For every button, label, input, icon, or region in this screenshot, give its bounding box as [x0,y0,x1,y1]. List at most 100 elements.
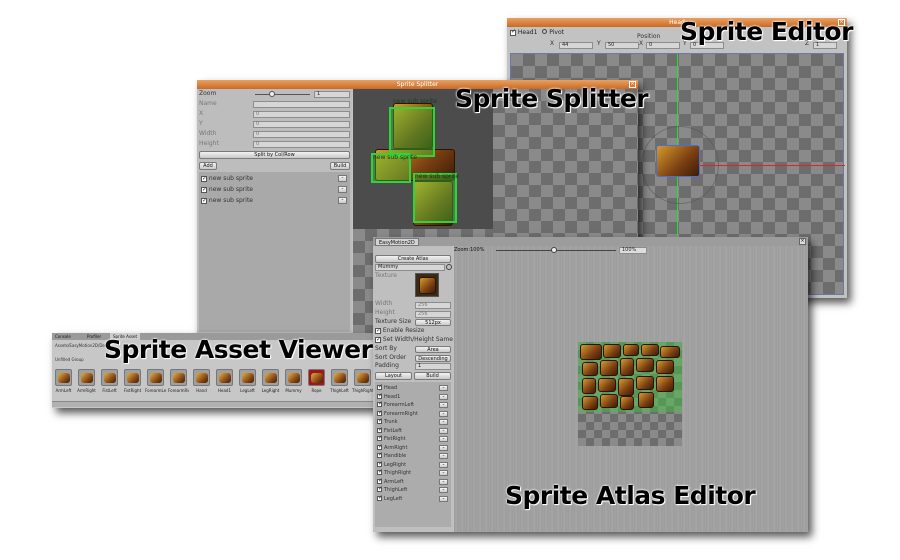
remove-button[interactable]: - [439,478,448,485]
list-item[interactable]: Head - [377,383,451,392]
sprite-checkbox[interactable] [377,460,383,468]
packed-sprite[interactable] [636,358,654,372]
height-field[interactable]: 256 [415,311,451,318]
atlas-texture[interactable] [578,342,682,446]
create-atlas-button[interactable]: Create Atlas [375,255,451,263]
atlas-target-icon[interactable] [446,264,452,270]
sprite-thumbnail[interactable] [285,369,302,386]
packed-sprite[interactable] [656,360,674,374]
sort-by-dropdown[interactable]: Area [415,346,451,353]
packed-sprite[interactable] [620,396,634,410]
tab-console[interactable]: Console [55,333,71,340]
list-item[interactable]: Trunk - [377,417,451,426]
sprite-thumbnail[interactable] [308,369,325,386]
list-item[interactable]: ArmRight - [377,443,451,452]
packed-sprite[interactable] [638,392,654,408]
sprite-thumbnail[interactable] [55,369,72,386]
remove-button[interactable]: - [439,385,448,391]
sprite-thumbnail[interactable] [239,369,256,386]
remove-button[interactable]: - [338,197,347,204]
sprite-checkbox[interactable] [377,417,383,425]
close-icon[interactable]: × [799,238,806,245]
packed-sprite[interactable] [603,344,621,358]
packed-sprite[interactable] [620,358,634,376]
sprite-thumbnail[interactable] [101,369,118,386]
atlas-zoom-thumb[interactable] [551,247,557,253]
remove-button[interactable]: - [439,487,448,493]
build-button[interactable]: Build [330,162,350,170]
split-by-col-row-button[interactable]: Split by Col/Row [199,151,350,159]
build-button[interactable]: Build [414,372,451,380]
sub-sprite-checkbox[interactable] [201,174,207,184]
remove-button[interactable]: - [439,419,448,425]
zoom-field[interactable]: 1 [314,91,350,98]
sub-sprite-checkbox[interactable] [201,185,207,195]
sprite-checkbox[interactable] [377,451,383,459]
padding-field[interactable]: 1 [415,363,451,370]
list-item[interactable]: Handible - [377,451,451,460]
sprite-thumbnail[interactable] [193,369,210,386]
pivot-x-field[interactable]: 44 [559,42,593,49]
zoom-slider-thumb[interactable] [269,91,275,97]
name-field[interactable] [253,101,350,108]
packed-sprite[interactable] [582,362,598,376]
sprite-thumbnail[interactable] [216,369,233,386]
y-field[interactable]: 0 [253,121,350,128]
packed-sprite[interactable] [618,378,634,396]
remove-button[interactable]: - [439,495,448,502]
list-item[interactable]: new sub sprite - [201,196,350,206]
remove-button[interactable]: - [439,393,448,400]
tab-easymotion2d[interactable]: EasyMotion2D [375,238,419,246]
sprite-checkbox[interactable] [377,468,383,476]
zoom-slider[interactable] [255,94,310,95]
sprite-checkbox[interactable] [377,485,383,493]
sprite-checkbox[interactable] [377,392,383,400]
sprite-checkbox[interactable] [510,28,516,36]
sub-sprite-selection[interactable] [413,173,457,223]
x-field[interactable]: 0 [253,111,350,118]
sprite-checkbox[interactable] [377,383,383,391]
remove-button[interactable]: - [439,444,448,451]
add-button[interactable]: Add [199,162,217,170]
list-item[interactable]: Head1 - [377,392,451,401]
sprite-checkbox[interactable] [377,443,383,451]
sprite-checkbox[interactable] [377,477,383,485]
sprite-checkbox[interactable] [377,426,383,434]
list-item[interactable]: FistRight - [377,434,451,443]
pivot-y-field[interactable]: 50 [605,42,639,49]
tab-profiler[interactable]: Profiler [87,333,101,340]
sprite-checkbox[interactable] [377,400,383,408]
list-item[interactable]: ForearmRight - [377,409,451,418]
list-item[interactable]: LegRight - [377,460,451,469]
sprite-checkbox[interactable] [377,434,383,442]
remove-button[interactable]: - [439,461,448,468]
remove-button[interactable]: - [338,175,347,182]
list-item[interactable]: new sub sprite - [201,185,350,195]
sub-sprite-selection[interactable] [389,107,435,157]
list-item[interactable]: FistLeft - [377,426,451,435]
packed-sprite[interactable] [600,360,618,376]
packed-sprite[interactable] [598,378,616,392]
sprite-thumbnail[interactable] [78,369,95,386]
list-item[interactable]: ThighLeft - [377,485,451,494]
sprite-checkbox[interactable] [377,409,383,417]
sprite-thumbnail[interactable] [262,369,279,386]
atlas-zoom-field[interactable]: 100% [619,247,647,254]
list-item[interactable]: new sub sprite - [201,174,350,184]
section-header[interactable]: Unfilled Group [55,357,84,362]
pos-x-field[interactable]: 0 [646,42,680,49]
width-field[interactable]: 0 [253,131,350,138]
list-item[interactable]: ForearmLeft - [377,400,451,409]
packed-sprite[interactable] [623,344,639,356]
remove-button[interactable]: - [439,410,448,417]
sprite-thumbnail[interactable] [147,369,164,386]
layout-button[interactable]: Layout [375,372,412,380]
packed-sprite[interactable] [582,378,596,394]
set-wh-same-checkbox[interactable] [375,335,381,345]
sprite-thumbnail[interactable] [170,369,187,386]
atlas-name-field[interactable]: Mummy [375,264,445,271]
list-item[interactable]: LegLeft - [377,494,451,503]
sprite-checkbox[interactable] [377,494,383,502]
packed-sprite[interactable] [636,376,654,390]
sprite-thumbnail[interactable] [331,369,348,386]
